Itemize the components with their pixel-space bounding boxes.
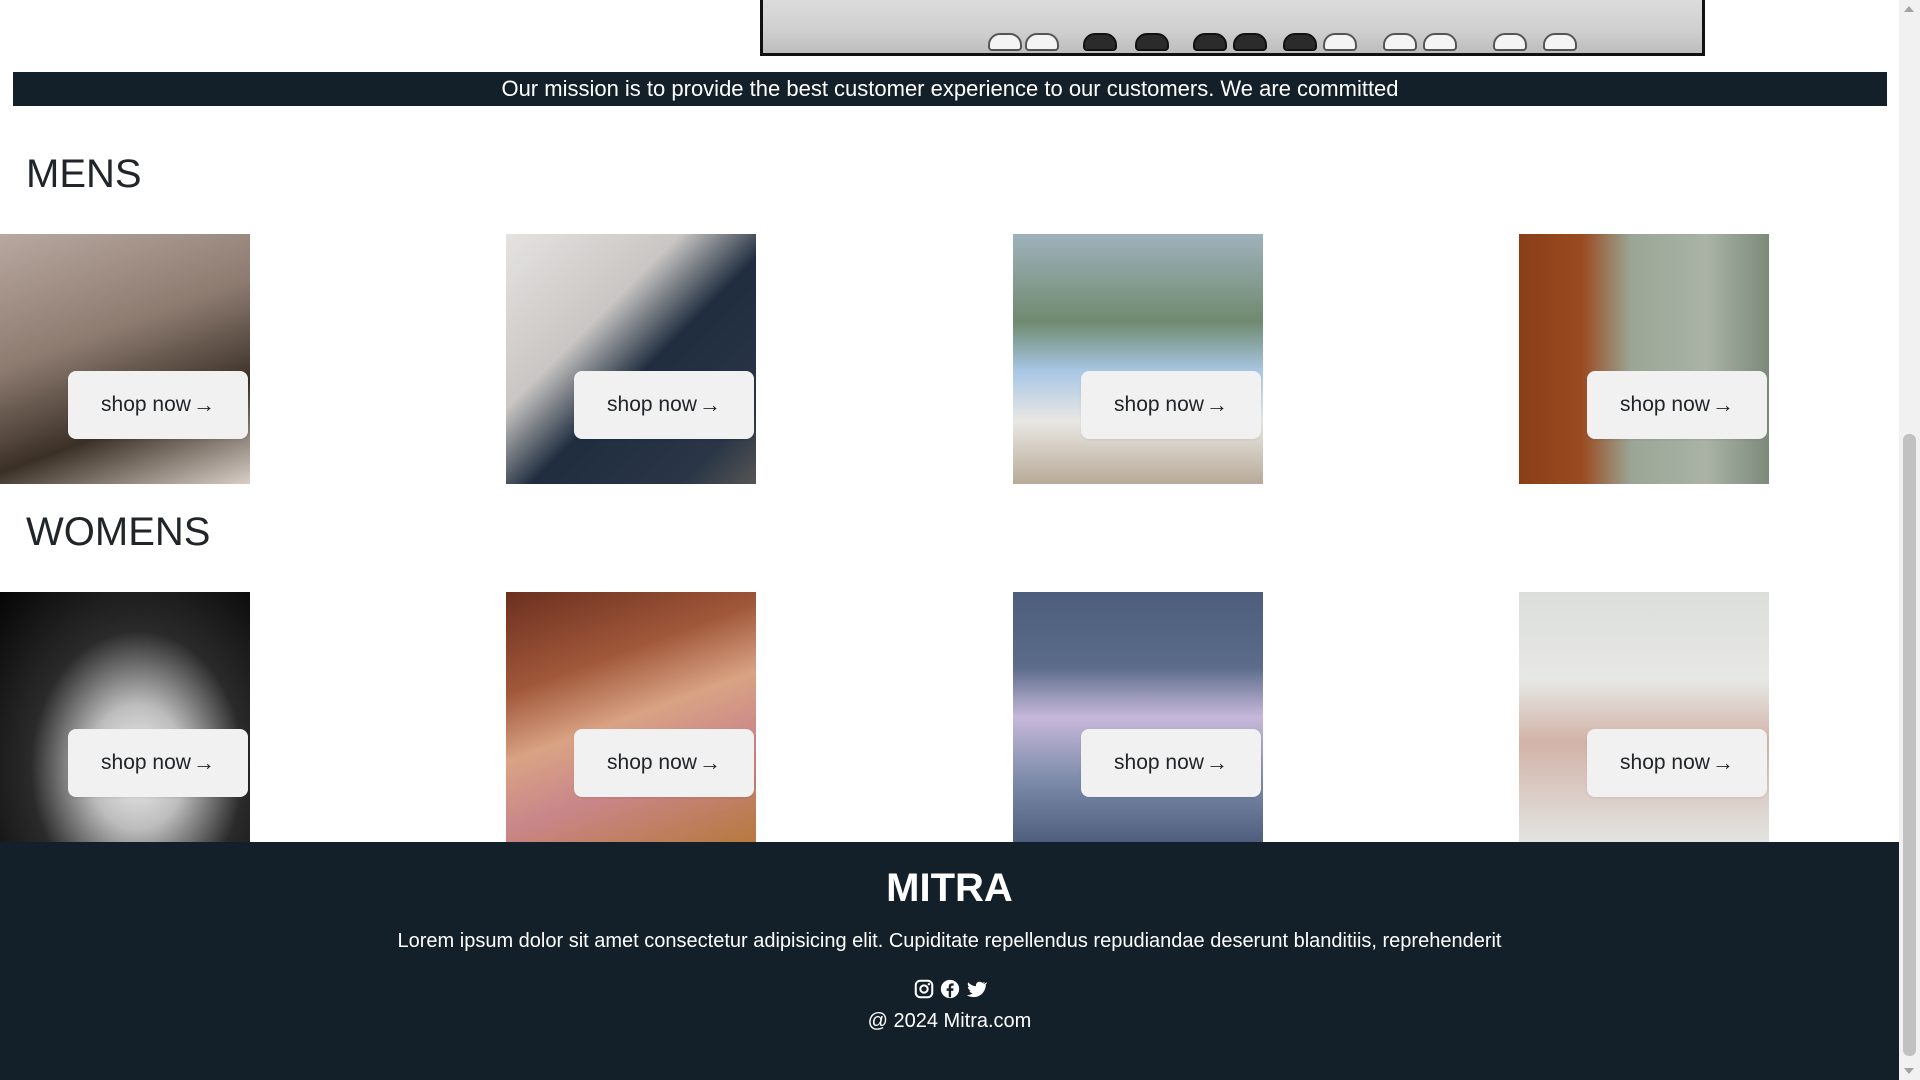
product-image (0, 592, 250, 842)
womens-product-card: shop now → (0, 592, 250, 842)
womens-section-title: WOMENS (26, 510, 211, 554)
womens-product-card: shop now → (1519, 592, 1769, 842)
arrow-right-icon: → (698, 392, 721, 417)
hero-banner-image (760, 0, 1705, 56)
arrow-right-icon: → (1711, 392, 1734, 417)
womens-product-card: shop now → (1013, 592, 1263, 842)
mens-product-card: shop now → (1013, 234, 1263, 484)
shop-now-label: shop now (101, 393, 191, 416)
twitter-icon[interactable] (965, 978, 987, 1000)
footer-description: Lorem ipsum dolor sit amet consectetur a… (397, 930, 1502, 952)
mission-banner: Our mission is to provide the best custo… (13, 72, 1887, 106)
shop-now-button[interactable]: shop now → (1587, 371, 1767, 439)
shop-now-button[interactable]: shop now → (68, 371, 248, 439)
shop-now-label: shop now (101, 751, 191, 774)
shop-now-label: shop now (607, 751, 697, 774)
copyright-text: @ 2024 Mitra.com (867, 1010, 1032, 1032)
mens-product-card: shop now → (0, 234, 250, 484)
arrow-right-icon: → (192, 750, 215, 775)
mens-product-card: shop now → (506, 234, 756, 484)
product-image (1519, 592, 1769, 842)
product-image (1519, 234, 1769, 484)
scrollbar-thumb[interactable] (1903, 434, 1916, 1056)
facebook-icon[interactable] (939, 978, 961, 1000)
shop-now-label: shop now (1620, 393, 1710, 416)
footer: MITRA Lorem ipsum dolor sit amet consect… (0, 842, 1899, 1080)
mens-product-card: shop now → (1519, 234, 1769, 484)
womens-product-card: shop now → (506, 592, 756, 842)
shop-now-button[interactable]: shop now → (1081, 371, 1261, 439)
footer-brand: MITRA (886, 866, 1013, 910)
shop-now-label: shop now (1114, 751, 1204, 774)
shop-now-button[interactable]: shop now → (574, 729, 754, 797)
shop-now-button[interactable]: shop now → (574, 371, 754, 439)
mens-section-title: MENS (26, 152, 142, 196)
product-image (506, 592, 756, 842)
shop-now-label: shop now (1620, 751, 1710, 774)
product-image (1013, 234, 1263, 484)
social-links (0, 978, 1899, 1000)
page: Our mission is to provide the best custo… (0, 0, 1899, 1080)
arrow-right-icon: → (192, 392, 215, 417)
product-image (1013, 592, 1263, 842)
scroll-down-arrow-icon[interactable] (1904, 1068, 1914, 1074)
shop-now-button[interactable]: shop now → (1587, 729, 1767, 797)
shop-now-button[interactable]: shop now → (68, 729, 248, 797)
product-image (506, 234, 756, 484)
arrow-right-icon: → (1711, 750, 1734, 775)
shop-now-button[interactable]: shop now → (1081, 729, 1261, 797)
arrow-right-icon: → (1205, 392, 1228, 417)
arrow-right-icon: → (1205, 750, 1228, 775)
scroll-up-arrow-icon[interactable] (1904, 6, 1914, 12)
product-image (0, 234, 250, 484)
vertical-scrollbar[interactable] (1899, 0, 1920, 1080)
arrow-right-icon: → (698, 750, 721, 775)
shop-now-label: shop now (1114, 393, 1204, 416)
instagram-icon[interactable] (913, 978, 935, 1000)
shop-now-label: shop now (607, 393, 697, 416)
